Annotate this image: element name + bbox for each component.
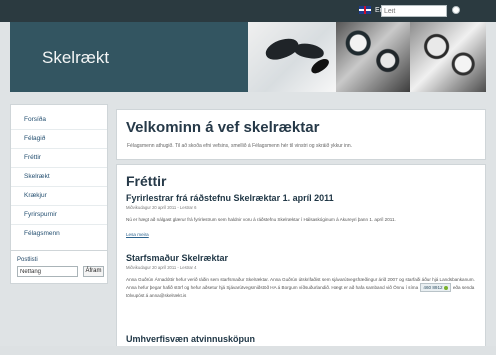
article-headline[interactable]: Umhverfisvæn atvinnusköpun — [126, 334, 476, 344]
welcome-text: Félagsmenn athugið. Til að skoða efni ve… — [127, 143, 353, 149]
article-headline[interactable]: Starfsmaður Skelræktar — [126, 253, 476, 263]
mailing-list-signup: Postlisti Áfram — [10, 250, 108, 284]
article-meta: Miðvikudagur 20 apríl 2011 - Lestrar 4 — [126, 265, 197, 270]
sidebar-item-fyrirspurnir[interactable]: Fyrirspurnir — [11, 206, 107, 225]
search-button[interactable] — [452, 6, 460, 14]
read-more-link[interactable]: Lesa meira — [126, 232, 149, 237]
submit-button[interactable]: Áfram — [83, 266, 104, 277]
welcome-title: Velkominn á vef skelræktar — [126, 119, 320, 136]
site-search-input[interactable] — [381, 5, 447, 17]
article-headline[interactable]: Fyrirlestrar frá ráðstefnu Skelræktar 1.… — [126, 193, 476, 203]
sidebar-item-frettir[interactable]: Fréttir — [11, 149, 107, 168]
news-article: Starfsmaður Skelræktar Miðvikudagur 20 a… — [126, 253, 476, 299]
phone-number-badge: 460 8912 — [420, 283, 451, 292]
news-section: Fréttir Fyrirlestrar frá ráðstefnu Skelr… — [116, 164, 486, 351]
sidebar-item-forsida[interactable]: Forsíða — [11, 111, 107, 130]
sidebar-item-skelraekt[interactable]: Skelrækt — [11, 168, 107, 187]
mailing-list-title: Postlisti — [17, 257, 38, 263]
sidebar-item-kraekjur[interactable]: Krækjur — [11, 187, 107, 206]
site-header-banner: Skelrækt — [10, 22, 486, 92]
news-title: Fréttir — [126, 173, 167, 189]
article-body: Nú er hægt að nálgast glærur frá fyrirle… — [126, 217, 396, 222]
phone-number: 460 8912 — [423, 285, 443, 290]
sidebar-item-felagid[interactable]: Félagið — [11, 130, 107, 149]
article-meta: Miðvikudagur 20 apríl 2011 - Lestrar 6 — [126, 205, 197, 210]
mussel-cluster-photo — [336, 22, 410, 92]
email-input[interactable] — [17, 266, 78, 277]
news-article: Fyrirlestrar frá ráðstefnu Skelræktar 1.… — [126, 193, 476, 241]
uk-flag-icon — [359, 6, 371, 14]
article-body: Anna Guðrún Árnadóttir hefur verið ráðin… — [126, 276, 476, 299]
site-title: Skelrækt — [42, 48, 110, 67]
mussels-photo — [248, 22, 336, 92]
phone-status-icon — [443, 285, 448, 290]
welcome-box: Velkominn á vef skelræktar Félagsmenn at… — [116, 109, 486, 160]
top-navigation-bar: English — [0, 0, 496, 22]
bottom-strip — [0, 346, 496, 355]
shell-cluster-photo — [410, 22, 486, 92]
article-body-part: Hægt er að hafa samband við Önnu í síma — [331, 285, 419, 290]
sidebar-item-felagsmenn[interactable]: Félagsmenn — [11, 225, 107, 244]
